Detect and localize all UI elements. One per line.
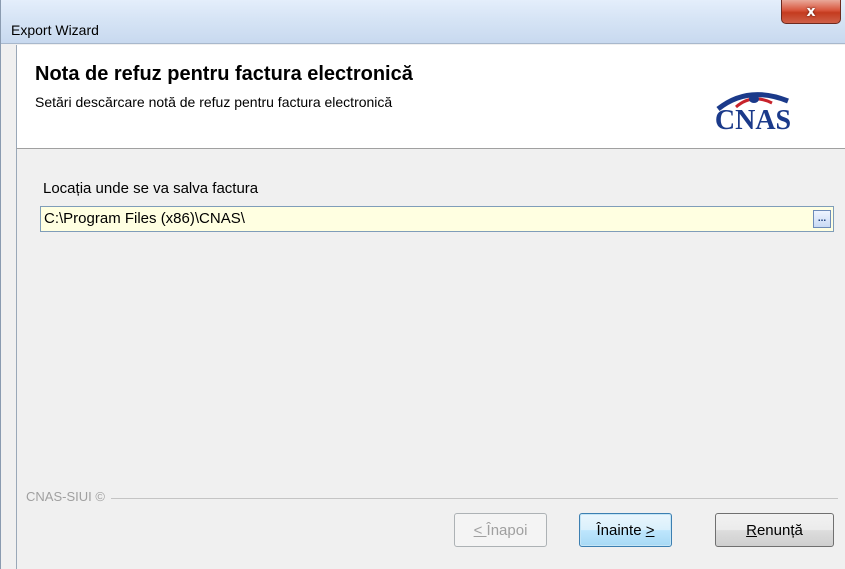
next-button-arrow: > xyxy=(645,521,655,539)
back-button[interactable]: < Înapoi xyxy=(454,513,547,547)
browse-button[interactable]: ... xyxy=(813,210,831,228)
page-subtitle: Setări descărcare notă de refuz pentru f… xyxy=(35,94,393,110)
cancel-button-label: enunță xyxy=(756,521,803,539)
close-icon: x xyxy=(806,3,816,20)
page-title: Nota de refuz pentru factura electronică xyxy=(35,63,413,85)
cancel-button[interactable]: R enunță xyxy=(715,513,834,547)
footer-divider xyxy=(26,498,838,499)
location-input[interactable]: C:\Program Files (x86)\CNAS\ ... xyxy=(40,206,834,232)
cancel-button-accesskey: R xyxy=(746,521,757,539)
window-title: Export Wizard xyxy=(11,22,99,38)
close-button[interactable]: x xyxy=(781,0,841,24)
next-button-label: Înainte xyxy=(596,521,646,539)
location-label: Locația unde se va salva factura xyxy=(43,180,259,197)
location-value[interactable]: C:\Program Files (x86)\CNAS\ xyxy=(44,210,245,227)
cnas-logo: CNAS xyxy=(688,85,818,137)
next-button[interactable]: Înainte > xyxy=(579,513,672,547)
title-bar[interactable]: Export Wizard x xyxy=(1,0,845,44)
ellipsis-icon: ... xyxy=(817,213,827,224)
back-button-arrow: < xyxy=(473,521,487,539)
export-wizard-window: Export Wizard x Nota de refuz pentru fac… xyxy=(0,0,845,569)
cnas-logo-text: CNAS xyxy=(714,105,792,136)
wizard-header: Nota de refuz pentru factura electronică… xyxy=(16,45,845,149)
footer-brand: CNAS-SIUI © xyxy=(26,489,111,504)
back-button-label: Înapoi xyxy=(486,521,528,539)
wizard-body: Locația unde se va salva factura C:\Prog… xyxy=(16,149,845,569)
